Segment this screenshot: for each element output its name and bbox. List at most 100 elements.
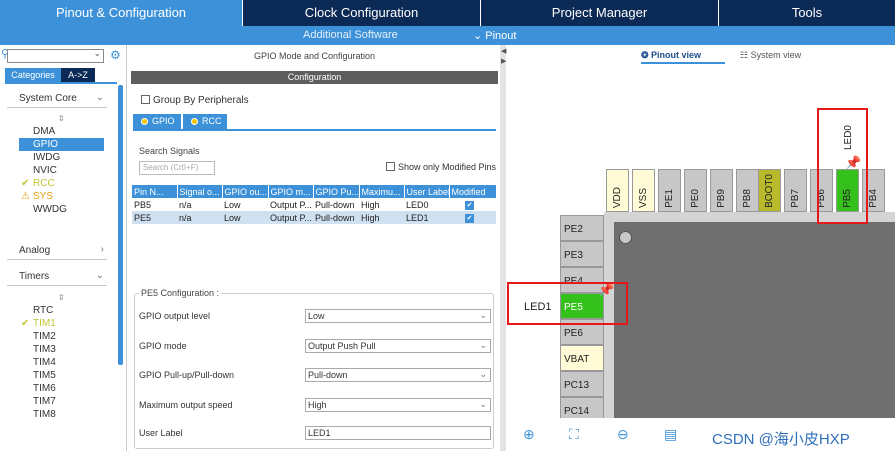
pin-pe3[interactable]: PE3 xyxy=(560,241,604,267)
pin-label: PC14 xyxy=(564,406,590,417)
checkbox-label: Group By Peripherals xyxy=(153,95,249,106)
sidebar-item-label: TIM2 xyxy=(33,331,56,342)
system-view-icon: ☷ xyxy=(740,50,751,60)
table-row[interactable]: PE5 n/a Low Output P... Pull-down High L… xyxy=(132,211,496,224)
tab-pinout-configuration[interactable]: Pinout & Configuration xyxy=(0,0,243,26)
pin-pe1[interactable]: PE1 xyxy=(658,169,681,212)
column-header-signal[interactable]: Signal o... xyxy=(177,185,223,198)
pin-pe0[interactable]: PE0 xyxy=(684,169,707,212)
pin-label: PE1 xyxy=(664,189,675,208)
pinout-menu[interactable]: ⌄ Pinout xyxy=(473,29,516,42)
column-header-user-label[interactable]: User Label xyxy=(404,185,450,198)
export-icon[interactable]: ▤ xyxy=(664,426,677,443)
sidebar-item-dma[interactable]: DMA xyxy=(19,125,104,138)
sidebar-item-tim8[interactable]: TIM8 xyxy=(19,408,104,421)
tab-tools[interactable]: Tools xyxy=(719,0,895,26)
pin-label: VSS xyxy=(638,187,649,208)
user-label-input[interactable]: LED1 xyxy=(305,426,491,440)
status-dot-icon xyxy=(141,118,148,125)
pin-label: PB8 xyxy=(742,189,753,208)
sidebar-item-tim3[interactable]: TIM3 xyxy=(19,343,104,356)
sidebar-item-tim6[interactable]: TIM6 xyxy=(19,382,104,395)
additional-software-menu[interactable]: Additional Software xyxy=(303,29,398,41)
sort-icon[interactable]: ⇳ xyxy=(58,293,65,302)
pinout-view-button[interactable]: ❂ Pinout view xyxy=(641,50,701,61)
pin-label: VDD xyxy=(612,186,623,208)
pin-vdd[interactable]: VDD xyxy=(606,169,629,212)
zoom-out-icon[interactable]: ⊖ xyxy=(617,426,629,443)
pin-label: VBAT xyxy=(564,354,590,365)
chevron-down-icon[interactable]: ⌄ xyxy=(93,48,101,59)
table-cell: PE5 xyxy=(132,211,177,224)
pin-pb9[interactable]: PB9 xyxy=(710,169,733,212)
column-header-gpio-mode[interactable]: GPIO m... xyxy=(268,185,314,198)
table-cell: Output P... xyxy=(268,211,313,224)
pin-boot0[interactable]: BOOT0 xyxy=(758,169,781,212)
checkbox-box[interactable] xyxy=(386,162,395,171)
sidebar-item-tim7[interactable]: TIM7 xyxy=(19,395,104,408)
pin-vbat[interactable]: VBAT xyxy=(560,345,604,371)
column-header-gpio-pull[interactable]: GPIO Pu... xyxy=(313,185,360,198)
table-cell: n/a xyxy=(177,211,222,224)
watermark: CSDN @海小皮HXP xyxy=(712,431,850,448)
max-output-speed-select[interactable]: High ⌄ xyxy=(305,398,491,412)
sidebar-item-tim5[interactable]: TIM5 xyxy=(19,369,104,382)
section-analog[interactable]: Analog › xyxy=(7,242,107,260)
field-label: GPIO Pull-up/Pull-down xyxy=(139,370,235,380)
tab-clock-configuration[interactable]: Clock Configuration xyxy=(243,0,481,26)
sidebar-item-wwdg[interactable]: WWDG xyxy=(19,203,104,216)
collapse-left-icon[interactable]: ◀ xyxy=(501,47,506,55)
gpio-pull-select[interactable]: Pull-down ⌄ xyxy=(305,368,491,382)
column-header-pin-name[interactable]: Pin N... xyxy=(132,185,178,198)
modified-check-icon: ✔ xyxy=(465,214,474,223)
sidebar-item-label: TIM1 xyxy=(33,318,56,329)
category-search-input[interactable]: ⌄ xyxy=(7,48,104,63)
sort-icon[interactable]: ⇳ xyxy=(58,114,65,123)
pin-vss[interactable]: VSS xyxy=(632,169,655,212)
collapse-right-icon[interactable]: ▶ xyxy=(501,57,506,65)
pin-pb8[interactable]: PB8 xyxy=(736,169,759,212)
sidebar-item-sys[interactable]: ⚠ SYS xyxy=(19,190,104,203)
table-cell: ✔ xyxy=(449,211,496,224)
sidebar-item-rcc[interactable]: ✔ RCC xyxy=(19,177,104,190)
sidebar-item-label: TIM5 xyxy=(33,370,56,381)
column-header-modified[interactable]: Modified xyxy=(449,185,497,198)
sidebar-item-nvic[interactable]: NVIC xyxy=(19,164,104,177)
tab-underline xyxy=(5,82,117,84)
table-header-row: Pin N... Signal o... GPIO ou... GPIO m..… xyxy=(132,185,497,198)
checkbox-box[interactable] xyxy=(141,95,150,104)
scrollbar[interactable] xyxy=(118,85,123,365)
sidebar-item-gpio[interactable]: GPIO xyxy=(19,138,104,151)
system-view-button[interactable]: ☷ System view xyxy=(740,50,801,61)
search-signals-input[interactable]: Search (CrtI+F) xyxy=(139,161,215,175)
table-cell: Output P... xyxy=(270,199,312,210)
group-by-peripherals-checkbox[interactable]: Group By Peripherals xyxy=(141,95,249,106)
zoom-in-icon[interactable]: ⊕ xyxy=(523,426,535,443)
sidebar-item-rtc[interactable]: RTC xyxy=(19,304,104,317)
gear-icon[interactable]: ⚙ xyxy=(110,48,121,62)
sidebar-item-tim2[interactable]: TIM2 xyxy=(19,330,104,343)
pin-label: PE6 xyxy=(564,328,583,339)
section-timers[interactable]: Timers ⌄ xyxy=(7,268,107,286)
sidebar-item-iwdg[interactable]: IWDG xyxy=(19,151,104,164)
tab-a-z[interactable]: A->Z xyxy=(61,68,95,82)
panel-splitter[interactable] xyxy=(500,45,506,451)
gpio-output-level-select[interactable]: Low ⌄ xyxy=(305,309,491,323)
gpio-mode-select[interactable]: Output Push Pull ⌄ xyxy=(305,339,491,353)
pin-pb7[interactable]: PB7 xyxy=(784,169,807,212)
fit-screen-icon[interactable]: ⛶ xyxy=(569,426,579,443)
tab-rcc[interactable]: RCC xyxy=(183,114,227,129)
tab-project-manager[interactable]: Project Manager xyxy=(481,0,719,26)
pin-pc13[interactable]: PC13 xyxy=(560,371,604,397)
column-header-gpio-output[interactable]: GPIO ou... xyxy=(222,185,269,198)
section-system-core[interactable]: System Core ⌄ xyxy=(7,90,107,108)
tab-gpio[interactable]: GPIO xyxy=(133,114,181,129)
table-row[interactable]: PB5 n/a Low Output P... Pull-down High L… xyxy=(132,198,496,211)
sidebar-item-tim1[interactable]: ✔ TIM1 xyxy=(19,317,104,330)
show-modified-pins-checkbox[interactable]: Show only Modified Pins xyxy=(386,162,496,172)
pin-pe2[interactable]: PE2 xyxy=(560,215,604,241)
sidebar-item-tim4[interactable]: TIM4 xyxy=(19,356,104,369)
column-header-max-speed[interactable]: Maximu... xyxy=(359,185,405,198)
pin-label: PB7 xyxy=(790,189,801,208)
tab-categories[interactable]: Categories xyxy=(5,68,61,82)
